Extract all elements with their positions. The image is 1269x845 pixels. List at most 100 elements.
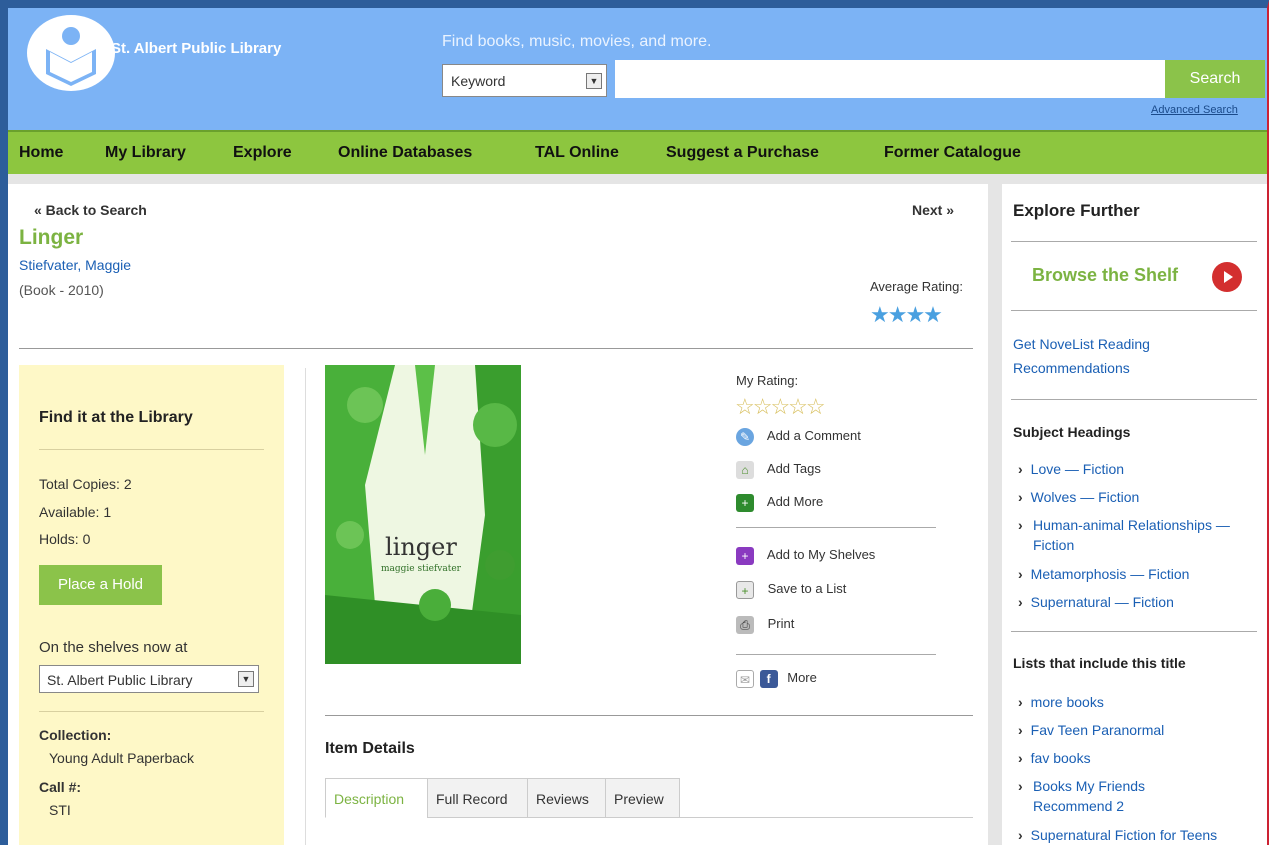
tag-icon: ⌂: [736, 460, 754, 479]
total-copies: Total Copies: 2: [39, 476, 132, 492]
collection-value: Young Adult Paperback: [49, 750, 195, 766]
list-label: Books My Friends Recommend 2: [1033, 778, 1146, 814]
item-details-heading: Item Details: [325, 740, 415, 757]
call-number-value: STI: [49, 802, 71, 818]
subject-item[interactable]: › Love — Fiction: [1018, 459, 1124, 479]
share-more-button[interactable]: ✉ f More: [736, 668, 817, 688]
save-to-list-button[interactable]: + Save to a List: [736, 579, 846, 599]
add-shelves-label: Add to My Shelves: [766, 547, 876, 562]
subject-item[interactable]: › Wolves — Fiction: [1018, 487, 1139, 507]
library-name[interactable]: St. Albert Public Library: [111, 40, 281, 57]
advanced-search-link[interactable]: Advanced Search: [1151, 104, 1238, 116]
chevron-right-icon: ›: [1018, 566, 1023, 582]
nav-explore[interactable]: Explore: [233, 144, 292, 162]
list-icon: +: [736, 580, 754, 599]
sidebar-divider: [1011, 631, 1257, 632]
browser-frame: St. Albert Public Library Find books, mu…: [0, 0, 1269, 845]
list-label: Fav Teen Paranormal: [1030, 722, 1165, 738]
subject-item[interactable]: › Metamorphosis — Fiction: [1018, 564, 1189, 584]
branch-select[interactable]: St. Albert Public Library ▼: [39, 665, 259, 693]
browse-shelf-link[interactable]: Browse the Shelf: [1032, 265, 1178, 286]
list-label: Supernatural Fiction for Teens: [1030, 827, 1218, 843]
cover-author: maggie stiefvater: [381, 564, 461, 574]
comment-icon: ✎: [736, 427, 754, 446]
printer-icon: ⎙: [736, 615, 754, 634]
search-tagline: Find books, music, movies, and more.: [442, 33, 712, 50]
library-logo[interactable]: [26, 14, 116, 92]
collection-label: Collection:: [39, 727, 112, 743]
book-cover[interactable]: linger maggie stiefvater: [325, 365, 521, 664]
nav-former-catalogue[interactable]: Former Catalogue: [884, 144, 1021, 162]
place-hold-button[interactable]: Place a Hold: [39, 565, 162, 605]
nav-my-library[interactable]: My Library: [105, 144, 186, 162]
dropdown-arrow-icon[interactable]: ▼: [238, 671, 254, 687]
average-rating-label: Average Rating:: [870, 279, 963, 294]
branch-value: St. Albert Public Library: [47, 672, 193, 688]
list-item[interactable]: › fav books: [1018, 748, 1091, 768]
nav-home[interactable]: Home: [19, 144, 63, 162]
chevron-right-icon: ›: [1018, 694, 1023, 710]
add-more-button[interactable]: + Add More: [736, 492, 823, 512]
subject-label: Supernatural — Fiction: [1030, 594, 1174, 610]
play-icon[interactable]: [1212, 262, 1242, 292]
list-item[interactable]: › more books: [1018, 692, 1104, 712]
list-item[interactable]: › Supernatural Fiction for Teens: [1018, 825, 1217, 845]
site-header: St. Albert Public Library Find books, mu…: [8, 8, 1267, 130]
list-label: fav books: [1030, 750, 1091, 766]
plus-icon: +: [736, 493, 754, 512]
actions-divider: [736, 527, 936, 528]
my-rating-stars[interactable]: ☆☆☆☆☆: [735, 394, 826, 420]
holds-count: Holds: 0: [39, 531, 91, 547]
facebook-icon[interactable]: f: [759, 669, 778, 688]
cover-title: linger: [385, 533, 457, 561]
tab-description[interactable]: Description: [325, 778, 428, 818]
actions-divider: [736, 654, 936, 655]
subject-label: Wolves — Fiction: [1030, 489, 1140, 505]
chevron-right-icon: ›: [1018, 517, 1023, 533]
nav-online-databases[interactable]: Online Databases: [338, 144, 472, 162]
sidebar-divider: [1011, 310, 1257, 311]
next-link[interactable]: Next »: [912, 202, 954, 218]
search-button[interactable]: Search: [1165, 60, 1265, 98]
subject-item[interactable]: › Human-animal Relationships — Fiction: [1018, 515, 1253, 555]
search-input[interactable]: [615, 60, 1165, 98]
save-list-label: Save to a List: [767, 581, 847, 596]
add-comment-button[interactable]: ✎ Add a Comment: [736, 426, 861, 446]
print-button[interactable]: ⎙ Print: [736, 614, 794, 634]
chevron-right-icon: ›: [1018, 778, 1023, 794]
chevron-right-icon: ›: [1018, 750, 1023, 766]
tab-full-record[interactable]: Full Record: [427, 778, 528, 818]
tab-preview[interactable]: Preview: [605, 778, 680, 818]
add-tags-button[interactable]: ⌂ Add Tags: [736, 459, 821, 479]
shelf-plus-icon: +: [736, 546, 754, 565]
back-to-search-link[interactable]: « Back to Search: [34, 202, 147, 218]
subject-item[interactable]: › Supernatural — Fiction: [1018, 592, 1174, 612]
sidebar-divider: [1011, 399, 1257, 400]
shelves-label: On the shelves now at: [39, 639, 188, 656]
details-divider: [325, 715, 973, 716]
dropdown-arrow-icon[interactable]: ▼: [586, 73, 602, 89]
search-type-select[interactable]: Keyword ▼: [442, 64, 607, 97]
record-divider: [19, 348, 973, 349]
chevron-right-icon: ›: [1018, 461, 1023, 477]
subject-label: Love — Fiction: [1030, 461, 1125, 477]
column-gutter: [988, 184, 1002, 845]
email-icon[interactable]: ✉: [736, 669, 754, 688]
nav-tal-online[interactable]: TAL Online: [535, 144, 619, 162]
lists-heading: Lists that include this title: [1013, 655, 1186, 671]
add-to-shelves-button[interactable]: + Add to My Shelves: [736, 545, 875, 565]
list-item[interactable]: › Books My Friends Recommend 2: [1018, 776, 1218, 816]
tab-reviews[interactable]: Reviews: [527, 778, 606, 818]
novelist-link[interactable]: Get NoveList Reading Recommendations: [1013, 332, 1243, 380]
nav-suggest-purchase[interactable]: Suggest a Purchase: [666, 144, 819, 162]
subject-headings-heading: Subject Headings: [1013, 424, 1131, 440]
add-comment-label: Add a Comment: [766, 428, 861, 443]
list-item[interactable]: › Fav Teen Paranormal: [1018, 720, 1164, 740]
record-author-link[interactable]: Stiefvater, Maggie: [19, 257, 131, 273]
search-type-value: Keyword: [451, 73, 506, 89]
chevron-right-icon: ›: [1018, 489, 1023, 505]
list-label: more books: [1030, 694, 1104, 710]
call-number-label: Call #:: [39, 779, 82, 795]
record-title: Linger: [19, 226, 84, 249]
availability-divider: [39, 449, 264, 450]
